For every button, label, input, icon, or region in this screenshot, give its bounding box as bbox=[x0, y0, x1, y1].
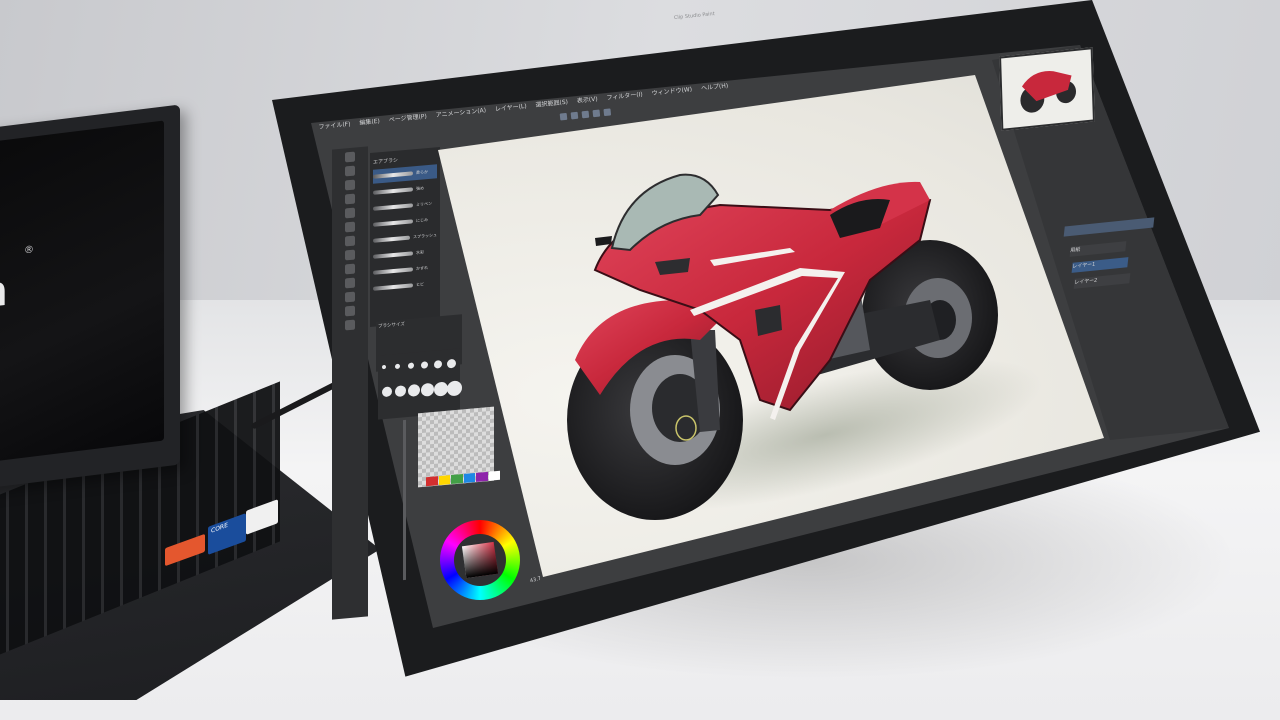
motorcycle-illustration bbox=[567, 173, 998, 520]
